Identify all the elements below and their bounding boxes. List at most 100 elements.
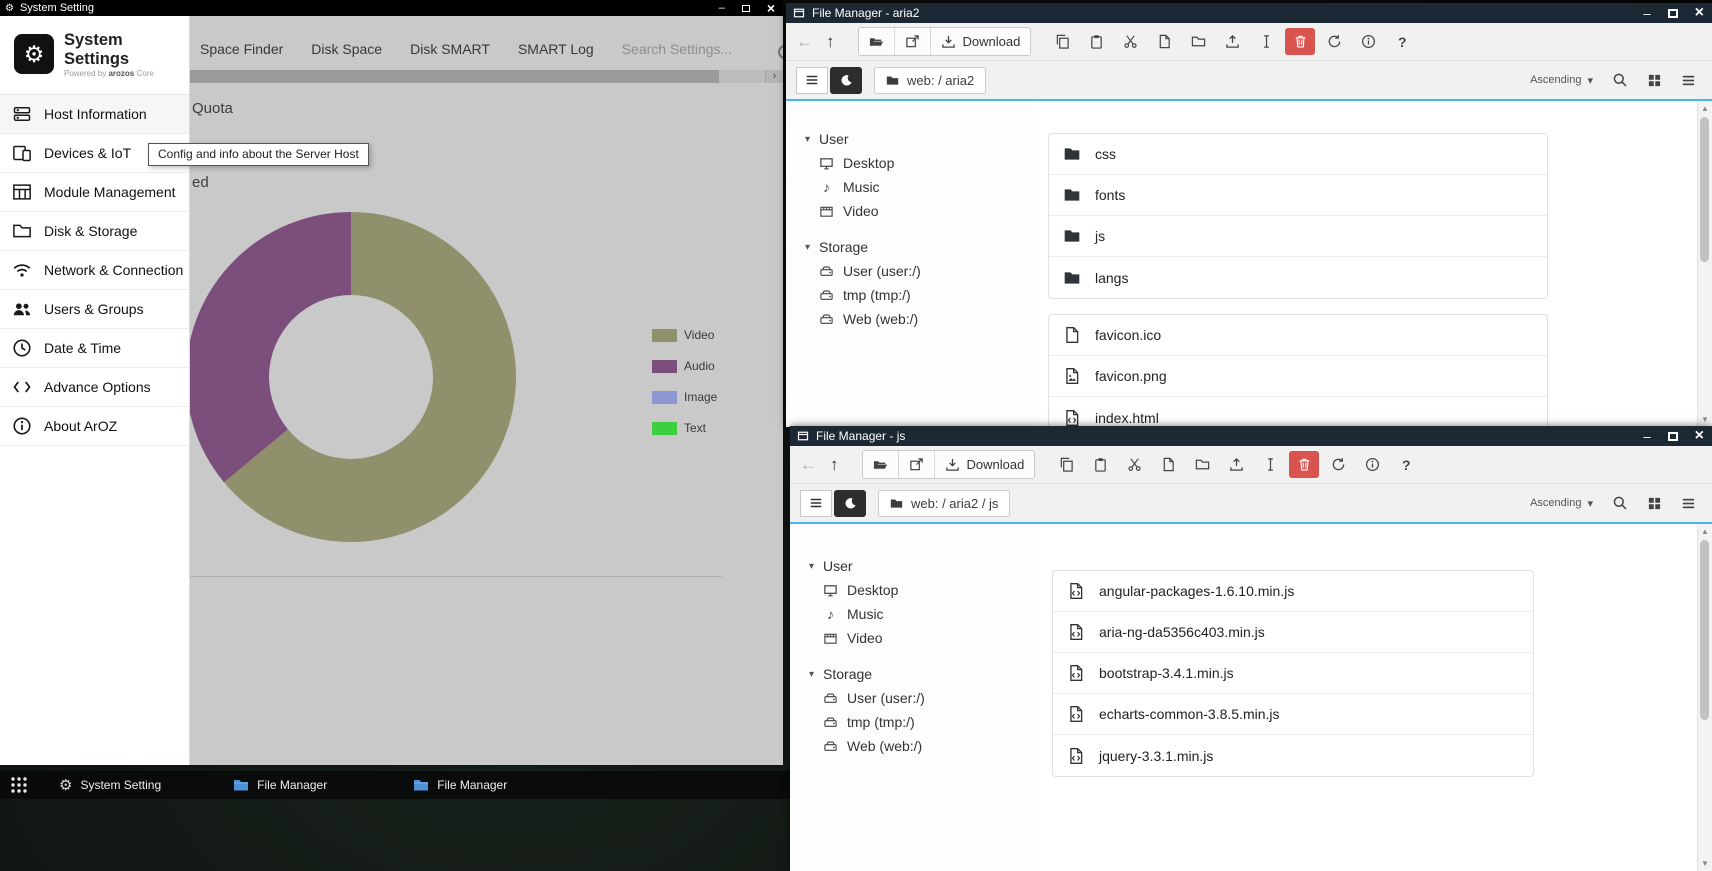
tree-section-user[interactable]: ▾User [790, 554, 1040, 578]
rename-icon[interactable] [1253, 457, 1287, 472]
tree-item-video[interactable]: Video [786, 199, 1036, 223]
sort-order-select[interactable]: Ascending▾ [1530, 497, 1593, 510]
folder-row-langs[interactable]: langs [1049, 257, 1547, 298]
file-row-favicon-png[interactable]: favicon.png [1049, 356, 1547, 397]
tree-item-music[interactable]: ♪Music [786, 175, 1036, 199]
paste-icon[interactable] [1083, 457, 1117, 472]
paste-icon[interactable] [1079, 34, 1113, 49]
minimize-button[interactable]: – [719, 3, 725, 14]
maximize-button[interactable] [1668, 9, 1678, 18]
tree-item-user-drive[interactable]: User (user:/) [790, 686, 1040, 710]
sidebar-item-users-groups[interactable]: Users & Groups [0, 290, 189, 329]
grid-view-icon[interactable] [1647, 496, 1662, 511]
tab-disk-space[interactable]: Disk Space [311, 41, 382, 57]
sidebar-item-advance-options[interactable]: Advance Options [0, 368, 189, 407]
taskbar-item-file-manager-1[interactable]: File Manager [233, 777, 327, 793]
help-icon[interactable]: ? [1389, 457, 1423, 473]
folder-row-fonts[interactable]: fonts [1049, 175, 1547, 216]
vertical-scrollbar[interactable]: ▲ ▼ [1697, 524, 1712, 871]
tree-item-tmp-drive[interactable]: tmp (tmp:/) [786, 283, 1036, 307]
new-file-icon[interactable] [1147, 34, 1181, 49]
tree-section-user[interactable]: ▾User [786, 127, 1036, 151]
tree-item-tmp-drive[interactable]: tmp (tmp:/) [790, 710, 1040, 734]
menu-button[interactable] [800, 490, 832, 517]
file-row-favicon-ico[interactable]: favicon.ico [1049, 315, 1547, 356]
folder-row-js[interactable]: js [1049, 216, 1547, 257]
search-icon[interactable] [778, 45, 783, 59]
titlebar[interactable]: File Manager - aria2 – × [786, 3, 1712, 23]
file-row-jquery[interactable]: jquery-3.3.1.min.js [1053, 735, 1533, 776]
copy-icon[interactable] [1045, 34, 1079, 49]
scroll-down-icon[interactable]: ▼ [1698, 415, 1712, 424]
scroll-up-icon[interactable]: ▲ [1698, 104, 1712, 113]
tree-item-music[interactable]: ♪Music [790, 602, 1040, 626]
search-settings-input[interactable] [622, 41, 752, 57]
dark-mode-button[interactable] [830, 67, 862, 94]
close-button[interactable]: × [1695, 428, 1704, 444]
back-button[interactable]: ← [796, 33, 813, 50]
new-file-icon[interactable] [1151, 457, 1185, 472]
upload-icon[interactable] [1215, 34, 1249, 49]
file-row-index-html[interactable]: index.html [1049, 397, 1547, 427]
dark-mode-button[interactable] [834, 490, 866, 517]
scrollbar-thumb[interactable] [1700, 117, 1709, 262]
close-button[interactable]: × [767, 1, 775, 15]
open-folder-button[interactable] [863, 451, 899, 478]
info-icon[interactable] [1351, 34, 1385, 49]
rename-icon[interactable] [1249, 34, 1283, 49]
cut-icon[interactable] [1113, 34, 1147, 49]
tree-section-storage[interactable]: ▾Storage [790, 662, 1040, 686]
file-row-aria-ng[interactable]: aria-ng-da5356c403.min.js [1053, 612, 1533, 653]
titlebar[interactable]: ⚙ System Setting – × [0, 0, 783, 16]
maximize-button[interactable] [1668, 432, 1678, 441]
tree-item-web-drive[interactable]: Web (web:/) [790, 734, 1040, 758]
sidebar-item-disk-storage[interactable]: Disk & Storage [0, 212, 189, 251]
breadcrumb[interactable]: web: / aria2 [874, 67, 986, 94]
taskbar-item-file-manager-2[interactable]: File Manager [413, 777, 507, 793]
sidebar-item-network-connection[interactable]: Network & Connection [0, 251, 189, 290]
upload-icon[interactable] [1219, 457, 1253, 472]
tree-section-storage[interactable]: ▾Storage [786, 235, 1036, 259]
file-row-echarts[interactable]: echarts-common-3.8.5.min.js [1053, 694, 1533, 735]
open-folder-button[interactable] [859, 28, 895, 55]
delete-button[interactable] [1285, 28, 1315, 55]
scroll-up-icon[interactable]: ▲ [1698, 527, 1712, 536]
tree-item-user-drive[interactable]: User (user:/) [786, 259, 1036, 283]
copy-icon[interactable] [1049, 457, 1083, 472]
info-icon[interactable] [1355, 457, 1389, 472]
tree-item-web-drive[interactable]: Web (web:/) [786, 307, 1036, 331]
minimize-button[interactable]: – [1643, 430, 1650, 443]
minimize-button[interactable]: – [1643, 7, 1650, 20]
tree-item-desktop[interactable]: Desktop [790, 578, 1040, 602]
titlebar[interactable]: File Manager - js – × [790, 426, 1712, 446]
delete-button[interactable] [1289, 451, 1319, 478]
new-folder-icon[interactable] [1181, 34, 1215, 49]
open-in-new-button[interactable] [895, 28, 931, 55]
new-folder-icon[interactable] [1185, 457, 1219, 472]
breadcrumb[interactable]: web: / aria2 / js [878, 490, 1010, 517]
sidebar-item-date-time[interactable]: Date & Time [0, 329, 189, 368]
up-button[interactable]: ↑ [830, 456, 839, 473]
tab-smart-log[interactable]: SMART Log [518, 41, 594, 57]
download-button[interactable]: Download [935, 451, 1035, 478]
refresh-icon[interactable] [1317, 34, 1351, 49]
sidebar-item-about-aroz[interactable]: About ArOZ [0, 407, 189, 446]
cut-icon[interactable] [1117, 457, 1151, 472]
file-row-bootstrap[interactable]: bootstrap-3.4.1.min.js [1053, 653, 1533, 694]
tree-item-video[interactable]: Video [790, 626, 1040, 650]
download-button[interactable]: Download [931, 28, 1031, 55]
list-view-icon[interactable] [1681, 496, 1696, 511]
search-icon[interactable] [1612, 72, 1628, 88]
refresh-icon[interactable] [1321, 457, 1355, 472]
list-view-icon[interactable] [1681, 73, 1696, 88]
open-in-new-button[interactable] [899, 451, 935, 478]
file-row-angular[interactable]: angular-packages-1.6.10.min.js [1053, 571, 1533, 612]
scroll-down-icon[interactable]: ▼ [1698, 859, 1712, 868]
up-button[interactable]: ↑ [826, 33, 835, 50]
app-launcher-button[interactable] [9, 775, 29, 795]
scrollbar-thumb[interactable] [190, 70, 719, 83]
close-button[interactable]: × [1695, 5, 1704, 21]
folder-row-css[interactable]: css [1049, 134, 1547, 175]
help-icon[interactable]: ? [1385, 34, 1419, 50]
scroll-right-button[interactable]: › [765, 70, 783, 83]
